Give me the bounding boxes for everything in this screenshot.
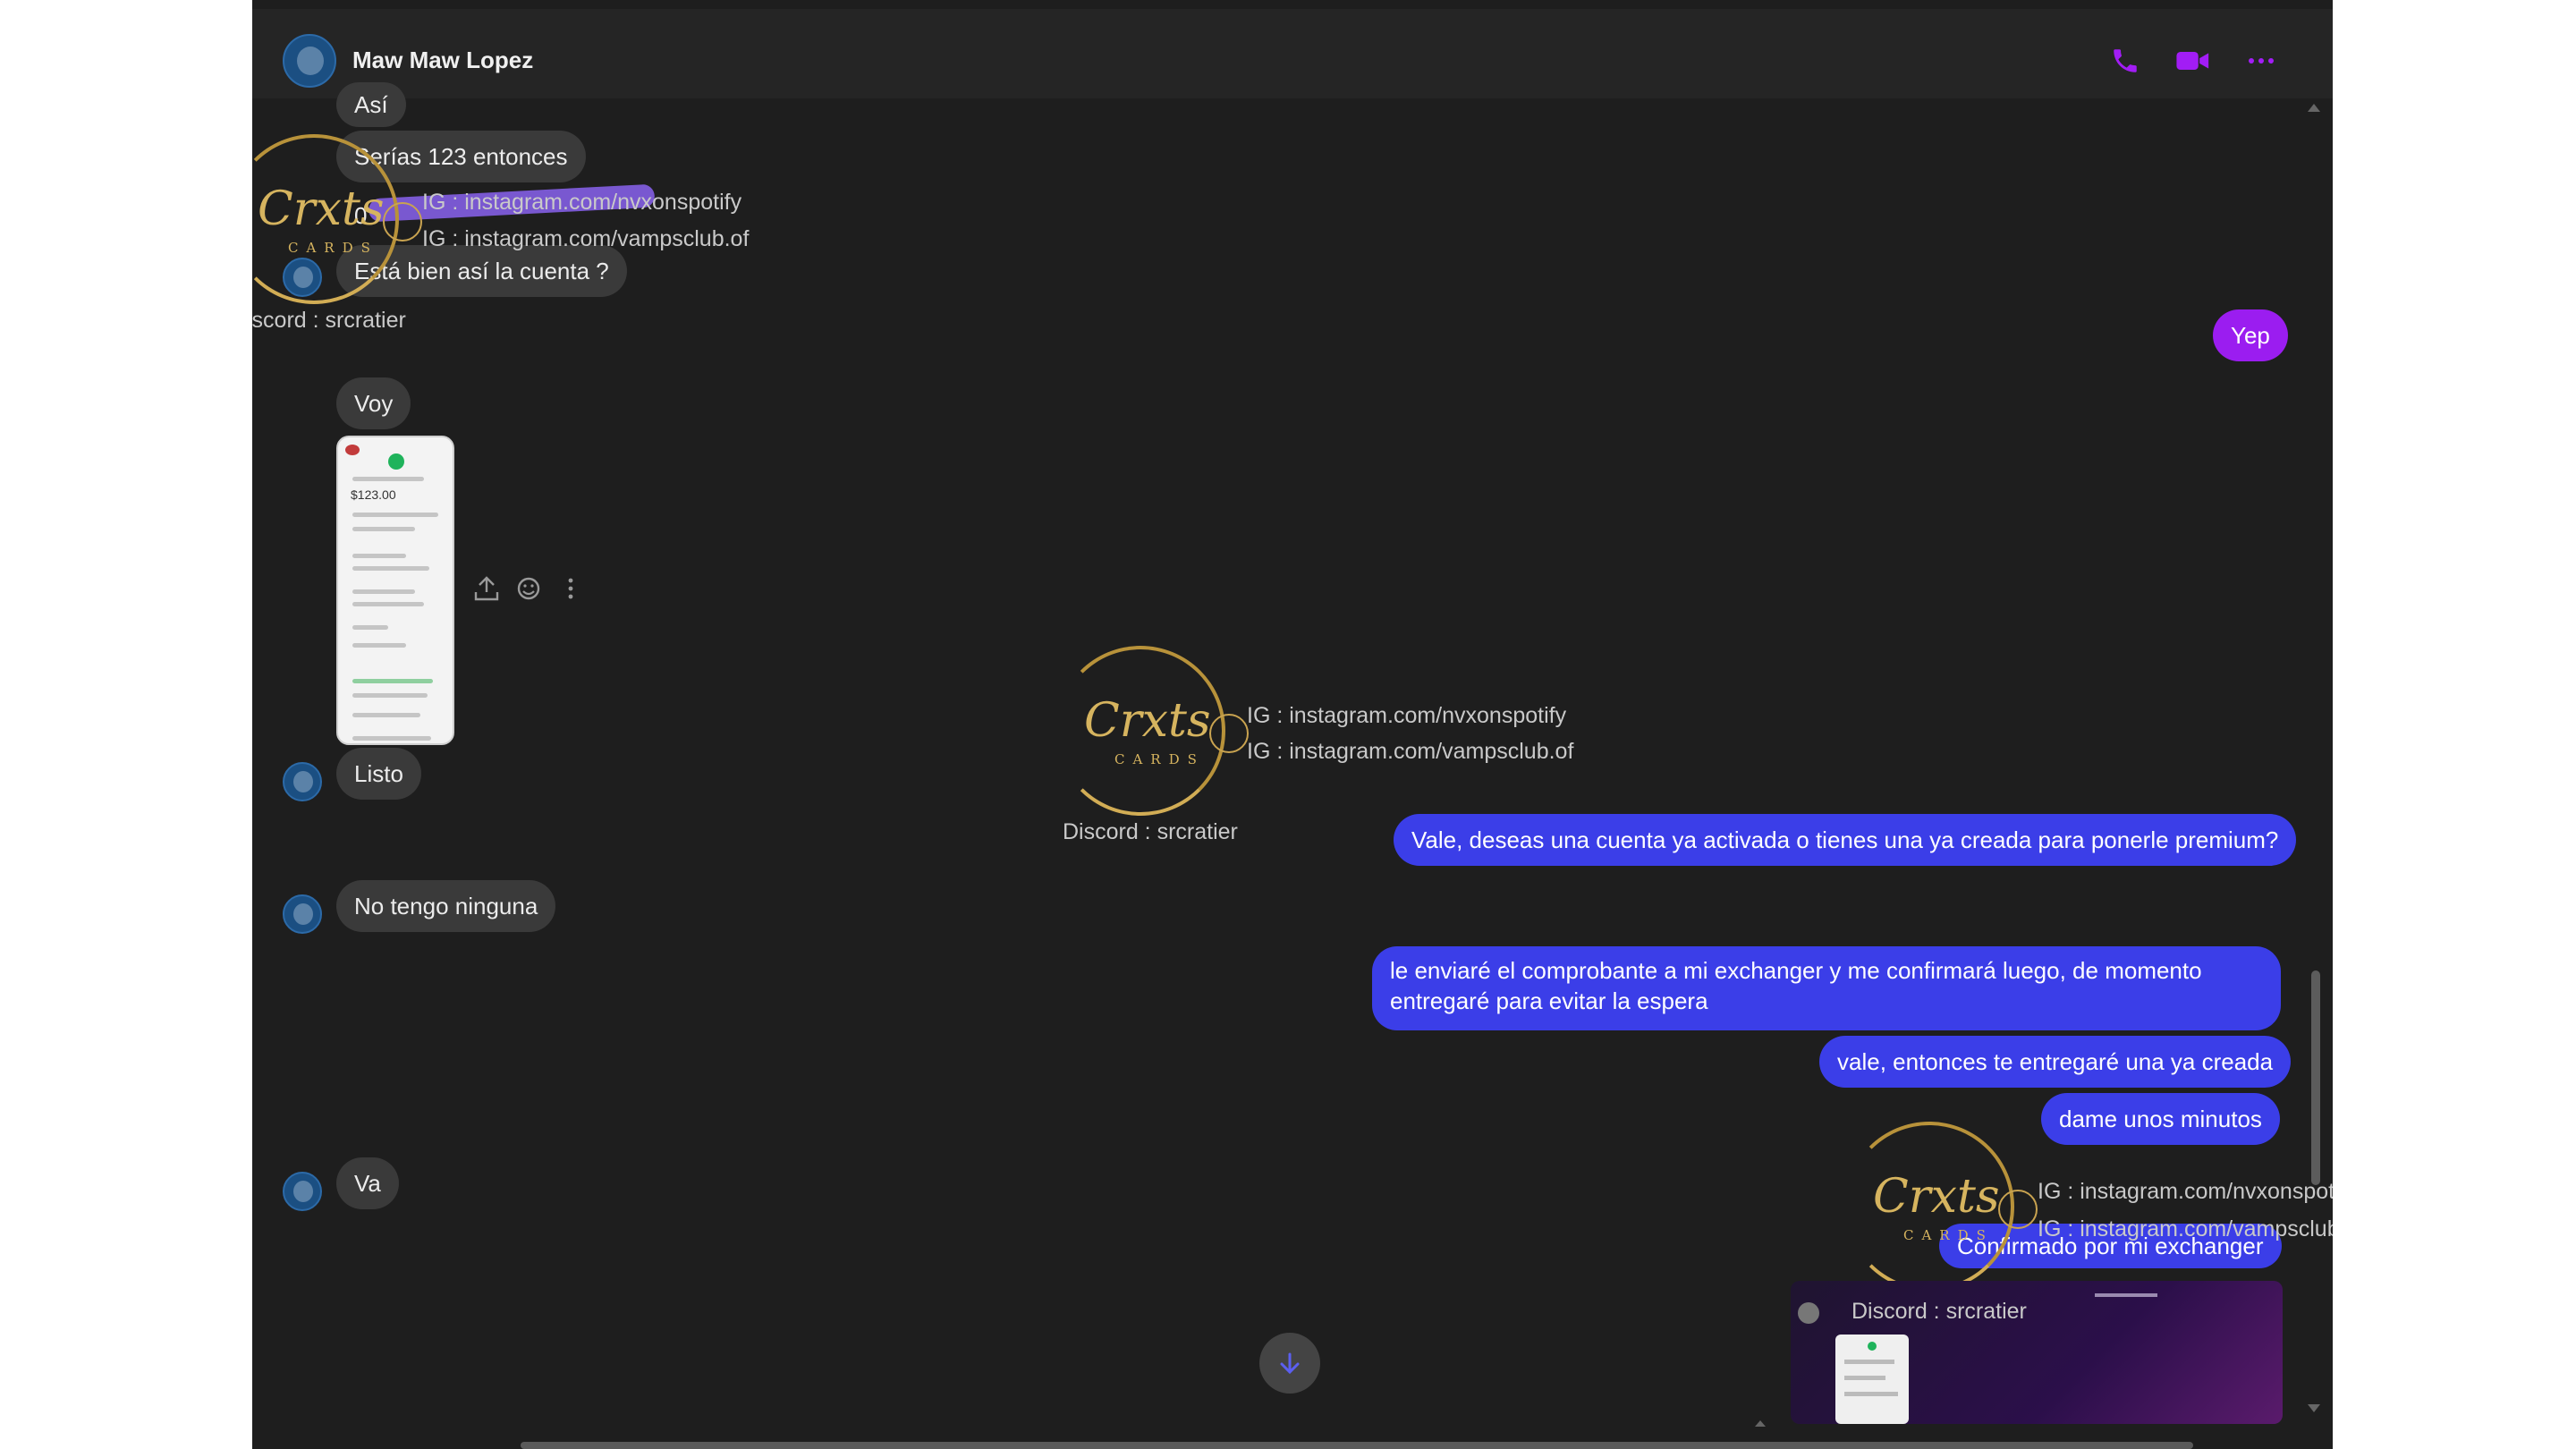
message-incoming: Voy <box>336 377 411 429</box>
message-outgoing: dame unos minutos <box>2041 1093 2280 1145</box>
receipt-amount: $123.00 <box>351 487 396 502</box>
watermark-discord: Discord : srcratier <box>1852 1299 2027 1324</box>
scroll-up-arrow[interactable] <box>2308 104 2320 112</box>
message-outgoing: le enviaré el comprobante a mi exchanger… <box>1372 946 2281 1030</box>
arrow-down-icon <box>1280 1352 1300 1375</box>
message-actions <box>470 572 587 605</box>
chat-header: Maw Maw Lopez <box>252 9 2333 98</box>
message-incoming: Listo <box>336 748 421 800</box>
message-outgoing: Vale, deseas una cuenta ya activada o ti… <box>1394 814 2297 866</box>
phone-icon[interactable] <box>2104 39 2147 82</box>
video-camera-icon[interactable] <box>2172 39 2215 82</box>
message-more-icon <box>568 578 573 599</box>
watermark-logo: Crxts CARDS <box>1844 1122 2038 1292</box>
watermark-discord: iscord : srcratier <box>252 308 406 333</box>
contact-name[interactable]: Maw Maw Lopez <box>352 47 533 74</box>
message-incoming: Va <box>336 1157 399 1209</box>
chat-window: Maw Maw Lopez Así Serías 123 entonces 0 … <box>252 0 2333 1449</box>
share-icon <box>474 576 499 601</box>
lotus-icon <box>1209 714 1249 753</box>
watermark-ig: IG : instagram.com/nvxonspotify <box>1247 703 1567 728</box>
contact-avatar-small[interactable] <box>283 894 322 934</box>
lotus-icon <box>1998 1190 2038 1229</box>
scroll-to-bottom-button[interactable] <box>1259 1333 1320 1394</box>
watermark-discord: Discord : srcratier <box>1063 819 1238 844</box>
contact-avatar-small[interactable] <box>283 1172 322 1211</box>
thumbnail-avatar <box>1798 1302 1819 1324</box>
check-icon <box>388 453 404 470</box>
lotus-icon <box>383 202 422 242</box>
receipt-image[interactable]: $123.00 <box>336 436 454 745</box>
scroll-down-arrow[interactable] <box>2308 1404 2320 1412</box>
thumbnail-receipt <box>1835 1335 1909 1424</box>
message-incoming: Así <box>336 82 406 127</box>
message-outgoing: vale, entonces te entregaré una ya cread… <box>1819 1036 2292 1088</box>
watermark-ig: IG : instagram.com/vampsclub.o <box>2038 1216 2333 1241</box>
watermark-ig: IG : instagram.com/vampsclub.of <box>1247 739 1574 764</box>
bank-logo-icon <box>345 445 360 455</box>
watermark-ig: IG : instagram.com/nvxonspoti <box>2038 1179 2333 1204</box>
contact-avatar-small[interactable] <box>283 762 322 801</box>
message-outgoing: Yep <box>2213 309 2288 361</box>
horizontal-scrollbar[interactable] <box>521 1442 2193 1449</box>
watermark-logo: Crxts CARDS <box>1055 646 1249 816</box>
vertical-scrollbar[interactable] <box>2311 970 2320 1185</box>
watermark-ig: IG : instagram.com/vampsclub.of <box>422 226 750 251</box>
small-scroll-arrow[interactable] <box>1755 1420 1766 1427</box>
react-emoji-icon <box>517 577 540 600</box>
watermark-ig: IG : instagram.com/nvxonspotify <box>422 190 742 215</box>
contact-avatar[interactable] <box>283 34 336 88</box>
message-incoming: No tengo ninguna <box>336 880 556 932</box>
more-options-icon[interactable] <box>2240 39 2283 82</box>
